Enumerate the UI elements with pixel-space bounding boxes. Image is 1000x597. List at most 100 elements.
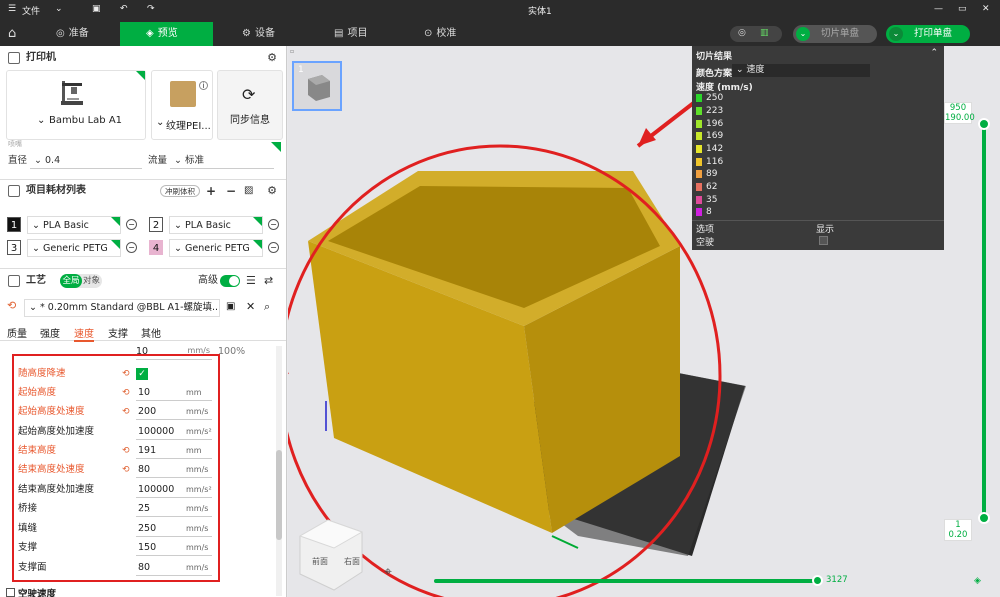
tab-others[interactable]: 其他 [141,325,161,340]
remove-filament-icon[interactable]: − [126,219,137,230]
layer-slider[interactable] [982,126,986,522]
top-navigation: ⌂ ◎ 准备 ◈ 预览 ⚙ 设备 ▤ 项目 ⊙ 校准 ◎ ▥ ⌄ 切片单盘 ⌄ 打印单盘 [0,22,1000,46]
color-scheme-select[interactable]: ⌄ 速度 [732,64,870,77]
dropdown-icon[interactable]: ⌄ [889,27,903,41]
move-slider-handle[interactable] [812,575,823,586]
layer-slider-bottom-handle[interactable] [978,512,990,524]
chevron-down-icon: ⌄ [34,155,42,166]
view-cube-right[interactable]: 右面 [344,556,360,567]
slice-result-legend: 切片结果 ⌃ 颜色方案 ⌄ 速度 速度 (mm/s) 250 223 196 1… [692,46,944,250]
close-button[interactable]: ✕ [982,4,990,14]
remove-icon[interactable]: − [226,181,236,201]
tab-speed[interactable]: 速度 [74,325,94,342]
tab-quality[interactable]: 质量 [7,325,27,340]
chevron-down-icon[interactable]: ⌄ [55,4,63,14]
layer-slider-top-handle[interactable] [978,118,990,130]
tab-prepare[interactable]: ◎ 准备 [56,22,116,46]
travel-label: 空驶 [696,238,715,248]
filament-select[interactable]: ⌄ Generic PETG [169,239,263,257]
maximize-button[interactable]: ▭ [958,4,967,14]
close-icon[interactable]: ✕ [246,300,255,313]
tab-preview[interactable]: ◈ 预览 [120,22,213,46]
reset-icon[interactable]: ⟲ [7,299,16,312]
screenshot-icon[interactable]: ⌖ [384,564,392,580]
diameter-label: 直径 [8,155,28,166]
scope-global[interactable]: 全局 [60,274,82,288]
tab-calibration[interactable]: ⊙ 校准 [424,22,484,46]
printer-card[interactable]: ⌄ Bambu Lab A1 [6,70,146,140]
filament-icon [8,185,20,197]
flow-select[interactable]: ⌄ 标准 [170,153,274,169]
sync-filament-icon[interactable]: ▨ [244,181,253,201]
remove-filament-icon[interactable]: − [268,219,279,230]
add-icon[interactable]: + [206,181,216,201]
gear-icon[interactable]: ⚙ [267,181,277,201]
sync-info-button[interactable]: ⟳ 同步信息 [217,70,283,140]
process-icon [8,275,20,287]
move-slider[interactable] [434,579,820,583]
redo-icon[interactable]: ↷ [147,4,155,14]
scrollbar-track[interactable] [276,346,282,596]
slice-plate-button[interactable]: ⌄ 切片单盘 [793,25,877,43]
process-preset-select[interactable]: ⌄ * 0.20mm Standard @BBL A1-螺旋填... [24,299,220,317]
tab-project[interactable]: ▤ 项目 [334,22,394,46]
chevron-down-icon: ⌄ [736,65,744,75]
filament-select[interactable]: ⌄ PLA Basic [169,216,263,234]
flow-label: 流量 [148,155,168,166]
save-icon[interactable]: ▣ [92,4,101,14]
print-plate-button[interactable]: ⌄ 打印单盘 [886,25,970,43]
scope-toggle[interactable]: 全局 对象 [60,274,102,288]
chevron-down-icon: ⌄ [32,243,40,254]
travel-show-checkbox[interactable] [819,236,828,245]
minimize-button[interactable]: — [934,4,943,14]
y-axis [551,535,579,549]
device-icon: ⚙ [242,28,251,39]
advanced-toggle[interactable] [220,275,240,287]
prepare-icon: ◎ [56,28,65,39]
search-icon[interactable]: ⌕ [264,300,270,314]
layers-icon[interactable]: ◈ [974,576,981,586]
compare-icon[interactable]: ⇄ [264,271,273,291]
file-menu[interactable]: 文件 [22,4,40,17]
diameter-select[interactable]: ⌄ 0.4 [30,153,142,169]
corner-marker [136,71,145,80]
annotation-box [12,354,220,582]
plate-name: 纹理PEI... [166,121,211,132]
remove-filament-icon[interactable]: − [126,242,137,253]
gear-icon[interactable]: ⚙ [267,48,277,68]
info-icon[interactable]: i [199,81,208,90]
tab-strength[interactable]: 强度 [40,325,60,340]
plate-card[interactable]: i ⌄ 纹理PEI... [151,70,213,140]
filament-select[interactable]: ⌄ PLA Basic [27,216,121,234]
color-swatch [696,183,702,191]
tab-support[interactable]: 支撑 [108,325,128,340]
view-cube-front[interactable]: 前面 [312,556,328,567]
flush-volume-button[interactable]: 冲刷体积 [160,185,200,197]
save-preset-icon[interactable]: ▣ [226,301,235,312]
layer-top-label: 950 190.00 [944,102,975,124]
process-section-header: 工艺 全局 对象 高级 ☰ ⇄ [0,271,286,291]
advanced-label: 高级 [198,275,218,286]
remove-filament-icon[interactable]: − [268,242,279,253]
filament-select[interactable]: ⌄ Generic PETG [27,239,121,257]
chevron-down-icon[interactable]: ⌄ [156,117,164,128]
scrollbar-thumb[interactable] [276,450,282,540]
collapse-icon[interactable]: ⌃ [930,48,938,58]
chevron-down-icon: ⌄ [174,243,182,254]
sync-icon: ⟳ [242,85,256,104]
view-mode-toggle[interactable]: ◎ ▥ [730,26,782,42]
home-icon[interactable]: ⌂ [8,22,28,46]
process-tabs: 质量 强度 速度 支撑 其他 [0,323,286,342]
show-label: 显示 [816,225,835,235]
layout-icon: ▥ [760,28,769,38]
scope-object[interactable]: 对象 [83,274,100,288]
dropdown-icon[interactable]: ⌄ [796,27,810,41]
chevron-down-icon: ⌄ [32,220,40,231]
chevron-down-icon[interactable]: ⌄ [37,115,45,126]
tab-device[interactable]: ⚙ 设备 [242,22,302,46]
chevron-down-icon: ⌄ [29,302,37,313]
chevron-down-icon: ⌄ [174,220,182,231]
menu-icon[interactable]: ☰ [8,4,16,14]
list-icon[interactable]: ☰ [246,271,256,291]
undo-icon[interactable]: ↶ [120,4,128,14]
